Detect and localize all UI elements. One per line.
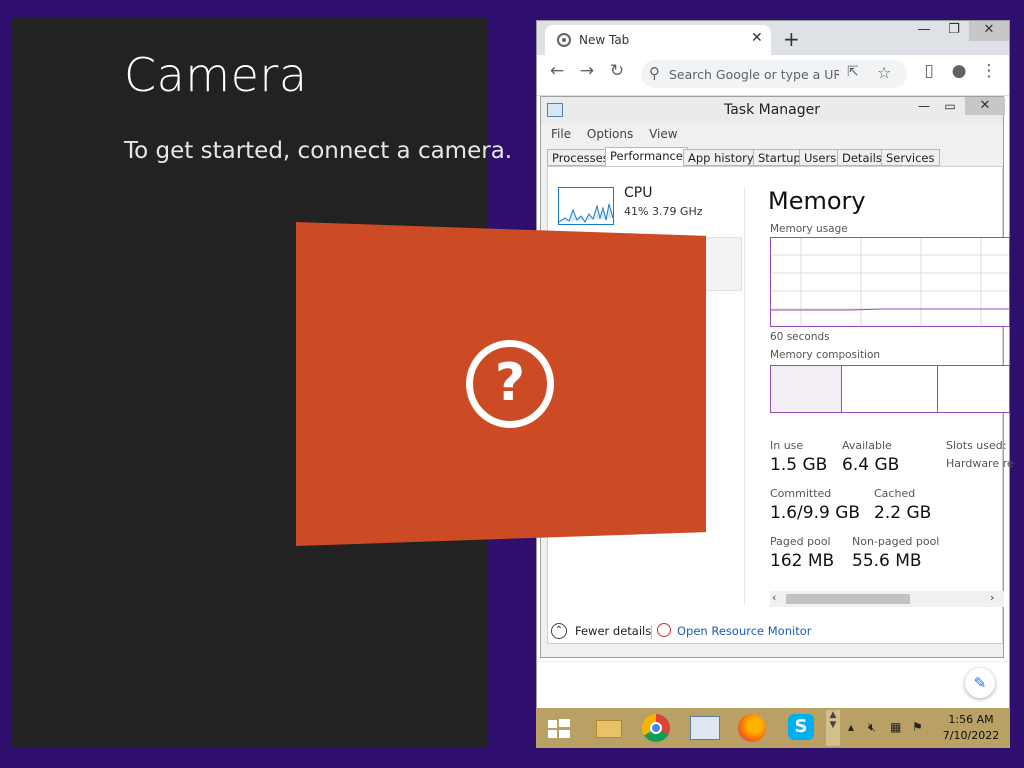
memory-title: Memory xyxy=(768,187,866,215)
paged-pool-value: 162 MB xyxy=(770,551,835,571)
footer-separator xyxy=(651,625,652,639)
memory-usage-grid xyxy=(771,238,1009,326)
firefox-icon[interactable] xyxy=(732,710,772,746)
browser-tab-new-tab[interactable]: New Tab ✕ xyxy=(545,25,771,55)
taskbar-scroll-icon[interactable]: ▲ ▼ xyxy=(826,710,840,746)
taskbar: S ▲ ▼ ▴ 🔇︎ ▦ ⚑ 1:56 AM 7/10/2022 xyxy=(536,708,1010,748)
browser-window-controls: — ❐ ✕ xyxy=(909,21,1009,43)
chevron-up-circle-icon[interactable]: ⌃ xyxy=(551,623,567,639)
memory-usage-label: Memory usage xyxy=(770,223,848,235)
chrome-icon[interactable] xyxy=(636,710,676,746)
clock-date[interactable]: 7/10/2022 xyxy=(934,729,1008,742)
committed-value: 1.6/9.9 GB xyxy=(770,503,861,523)
cached-value: 2.2 GB xyxy=(874,503,932,523)
memory-composition-bar xyxy=(770,365,1010,413)
available-label: Available xyxy=(842,439,892,452)
side-panel-icon[interactable]: ▯ xyxy=(917,61,941,81)
open-resource-monitor-link[interactable]: Open Resource Monitor xyxy=(677,624,811,638)
file-explorer-icon[interactable] xyxy=(588,710,628,746)
scroll-right-arrow-icon[interactable]: › xyxy=(990,591,994,604)
forward-arrow-icon[interactable]: → xyxy=(575,61,599,81)
network-icon[interactable]: ▦ xyxy=(890,720,901,734)
back-arrow-icon[interactable]: ← xyxy=(545,61,569,81)
restore-button[interactable]: ❐ xyxy=(939,21,969,41)
cached-label: Cached xyxy=(874,487,916,500)
new-tab-button[interactable]: + xyxy=(783,27,800,51)
composition-in-use-segment xyxy=(771,366,842,412)
panel-divider xyxy=(744,187,745,605)
menu-kebab-icon[interactable]: ⋮ xyxy=(977,61,1001,81)
hardware-reserved-label: Hardware re xyxy=(946,457,1014,470)
windows-start-icon[interactable] xyxy=(540,710,580,746)
scrollbar-thumb[interactable] xyxy=(786,594,910,604)
skype-icon[interactable]: S xyxy=(780,710,820,746)
tab-close-icon[interactable]: ✕ xyxy=(751,30,763,46)
in-use-label: In use xyxy=(770,439,804,452)
memory-usage-graph xyxy=(770,237,1010,327)
paged-pool-label: Paged pool xyxy=(770,535,831,548)
volume-muted-icon[interactable]: 🔇︎ xyxy=(868,720,876,735)
committed-label: Committed xyxy=(770,487,832,500)
omnibox[interactable]: ⚲ ⇱ ☆ xyxy=(641,60,907,88)
in-use-value: 1.5 GB xyxy=(770,455,828,475)
task-manager-menu: File Options View xyxy=(551,127,690,141)
profile-avatar-icon[interactable]: ● xyxy=(947,61,971,81)
reload-icon[interactable]: ↻ xyxy=(605,61,629,81)
seconds-label: 60 seconds xyxy=(770,331,830,343)
browser-tabstrip: New Tab ✕ + — ❐ ✕ xyxy=(537,21,1009,55)
composition-standby-divider xyxy=(937,366,938,412)
camera-message: To get started, connect a camera. xyxy=(124,138,513,164)
tab-services[interactable]: Services xyxy=(881,149,940,166)
non-paged-pool-label: Non-paged pool xyxy=(852,535,940,548)
close-button[interactable]: ✕ xyxy=(969,21,1009,41)
tab-startup[interactable]: Startup xyxy=(753,149,806,166)
non-paged-pool-value: 55.6 MB xyxy=(852,551,922,571)
task-manager-icon[interactable] xyxy=(684,710,724,746)
menu-file[interactable]: File xyxy=(551,127,571,141)
tab-details[interactable]: Details xyxy=(837,149,887,166)
cpu-usage-text: 41% 3.79 GHz xyxy=(624,205,703,218)
task-manager-footer: ⌃ Fewer details Open Resource Monitor xyxy=(541,619,1003,649)
bookmark-star-icon[interactable]: ☆ xyxy=(877,63,891,82)
horizontal-scrollbar[interactable]: ‹ › xyxy=(770,591,1004,607)
menu-options[interactable]: Options xyxy=(587,127,633,141)
clock-time[interactable]: 1:56 AM xyxy=(934,713,1008,726)
chrome-favicon-icon xyxy=(557,33,571,47)
menu-view[interactable]: View xyxy=(649,127,677,141)
search-icon: ⚲ xyxy=(649,64,660,82)
cpu-mini-graph xyxy=(558,187,614,225)
tab-app-history[interactable]: App history xyxy=(683,149,759,166)
available-value: 6.4 GB xyxy=(842,455,900,475)
browser-toolbar: ← → ↻ ⚲ ⇱ ☆ ▯ ● ⋮ xyxy=(537,55,1009,96)
tab-title: New Tab xyxy=(579,33,630,47)
tm-maximize-button[interactable]: ▭ xyxy=(937,97,963,115)
memory-composition-label: Memory composition xyxy=(770,349,881,361)
resource-monitor-icon xyxy=(657,623,671,637)
tab-users[interactable]: Users xyxy=(799,149,842,166)
cpu-label: CPU xyxy=(624,185,653,201)
tm-minimize-button[interactable]: — xyxy=(911,97,937,115)
tm-close-button[interactable]: ✕ xyxy=(965,97,1005,115)
share-icon[interactable]: ⇱ xyxy=(847,64,859,80)
omnibox-input[interactable] xyxy=(669,64,839,84)
task-manager-titlebar: Task Manager — ▭ ✕ xyxy=(541,97,1005,123)
tray-expand-icon[interactable]: ▴ xyxy=(848,720,854,734)
browser-bottom-area: ✎ xyxy=(537,661,1009,710)
question-mark-icon: ? xyxy=(466,340,554,428)
scroll-left-arrow-icon[interactable]: ‹ xyxy=(772,591,776,604)
tab-processes[interactable]: Processes xyxy=(547,149,614,166)
customize-pencil-icon[interactable]: ✎ xyxy=(965,668,995,698)
sidebar-item-cpu[interactable]: CPU 41% 3.79 GHz xyxy=(558,185,738,231)
tab-performance[interactable]: Performance xyxy=(605,147,688,167)
cpu-graph-line xyxy=(558,203,614,223)
fewer-details-button[interactable]: Fewer details xyxy=(575,624,651,638)
error-overlay-card: ? xyxy=(296,222,706,546)
action-center-icon[interactable]: ⚑ xyxy=(912,720,923,734)
camera-title: Camera xyxy=(124,48,308,102)
slots-used-label: Slots used: xyxy=(946,439,1007,452)
minimize-button[interactable]: — xyxy=(909,21,939,41)
